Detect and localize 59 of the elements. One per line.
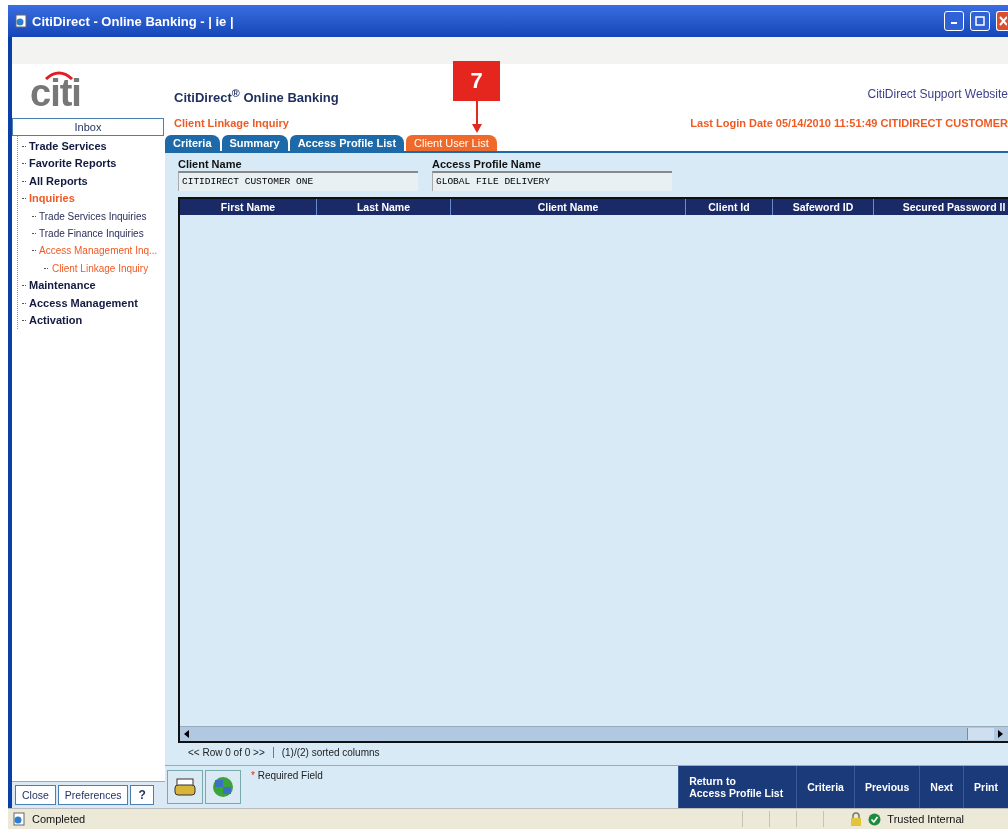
column-header[interactable]: Secured Password II [874, 199, 1008, 215]
required-field-note: Required Field [257, 770, 323, 781]
sidebar-button[interactable]: ? [130, 785, 154, 805]
network-tool-button[interactable] [205, 770, 241, 804]
maximize-icon [975, 16, 985, 26]
nav-item[interactable]: Favorite Reports [22, 155, 165, 173]
nav-item[interactable]: Activation [22, 312, 165, 330]
nav-item[interactable]: Client Linkage Inquiry [22, 259, 165, 278]
callout-badge: 7 [453, 61, 500, 101]
row-pager[interactable]: << Row 0 of 0 >> [188, 747, 265, 758]
minimize-button[interactable] [944, 11, 964, 31]
sidebar-button[interactable]: Close [15, 785, 56, 805]
tab[interactable]: Summary [221, 135, 288, 151]
field-label: Access Profile Name [432, 158, 542, 171]
column-header[interactable]: Safeword ID [773, 199, 874, 215]
horizontal-scrollbar[interactable] [180, 726, 1008, 741]
maximize-button[interactable] [970, 11, 990, 31]
scroll-right-icon [998, 730, 1004, 738]
sidebar-button[interactable]: Preferences [57, 785, 129, 805]
nav-item[interactable]: All Reports [22, 172, 165, 191]
column-header[interactable]: Last Name [317, 199, 451, 215]
tab[interactable]: Access Profile List [289, 135, 405, 151]
callout-arrow [472, 101, 482, 133]
input-field[interactable]: CITIDIRECT CUSTOMER ONE [178, 171, 418, 191]
column-header[interactable]: First Name [180, 199, 317, 215]
printer-icon [174, 777, 196, 797]
tab[interactable]: Criteria [165, 135, 220, 151]
window-title: CitiDirect - Online Banking - | ie | [32, 13, 234, 29]
lock-icon [850, 812, 863, 826]
check-icon [868, 812, 882, 826]
sort-info: (1)/(2) sorted columns [272, 747, 380, 758]
nav-item[interactable]: Access Management [22, 294, 165, 313]
nav-item[interactable]: Trade Services Inquiries [22, 207, 165, 226]
required-mark: * [251, 770, 255, 781]
app-title: CitiDirect$^{®}$ Online Banking [174, 86, 339, 105]
status-text: Completed [32, 813, 86, 825]
page-icon [12, 812, 26, 826]
arc-icon [44, 70, 74, 80]
security-zone: Trusted Internal [887, 813, 964, 825]
last-login-text: Last Login Date 05/14/2010 11:51:49 CITIDIRECT CUSTOMER [690, 117, 1008, 129]
scrollbar-thumb[interactable] [967, 728, 994, 740]
network-icon [211, 775, 235, 799]
field-label: Client Name [178, 158, 243, 171]
page-title: Client Linkage Inquiry [174, 117, 289, 129]
nav-item[interactable]: Trade Finance Inquiries [22, 225, 165, 243]
input-field[interactable]: GLOBAL FILE DELIVERY [432, 171, 672, 191]
nav-item[interactable]: Trade Services [22, 138, 165, 156]
column-header[interactable]: Client Name [451, 199, 686, 215]
nav-item[interactable]: Access Management Inq... [22, 242, 165, 260]
inbox-tab[interactable]: Inbox [12, 118, 164, 136]
nav-item[interactable]: Maintenance [22, 277, 165, 295]
column-header[interactable]: Client Id [686, 199, 773, 215]
logo: citi [30, 70, 81, 112]
scroll-left-icon [184, 730, 190, 738]
close-button[interactable] [996, 11, 1008, 31]
page-icon [14, 14, 28, 28]
close-icon [998, 16, 1007, 26]
support-link[interactable]: CitiDirect Support Website [867, 86, 1008, 105]
print-tool-button[interactable] [167, 770, 203, 804]
